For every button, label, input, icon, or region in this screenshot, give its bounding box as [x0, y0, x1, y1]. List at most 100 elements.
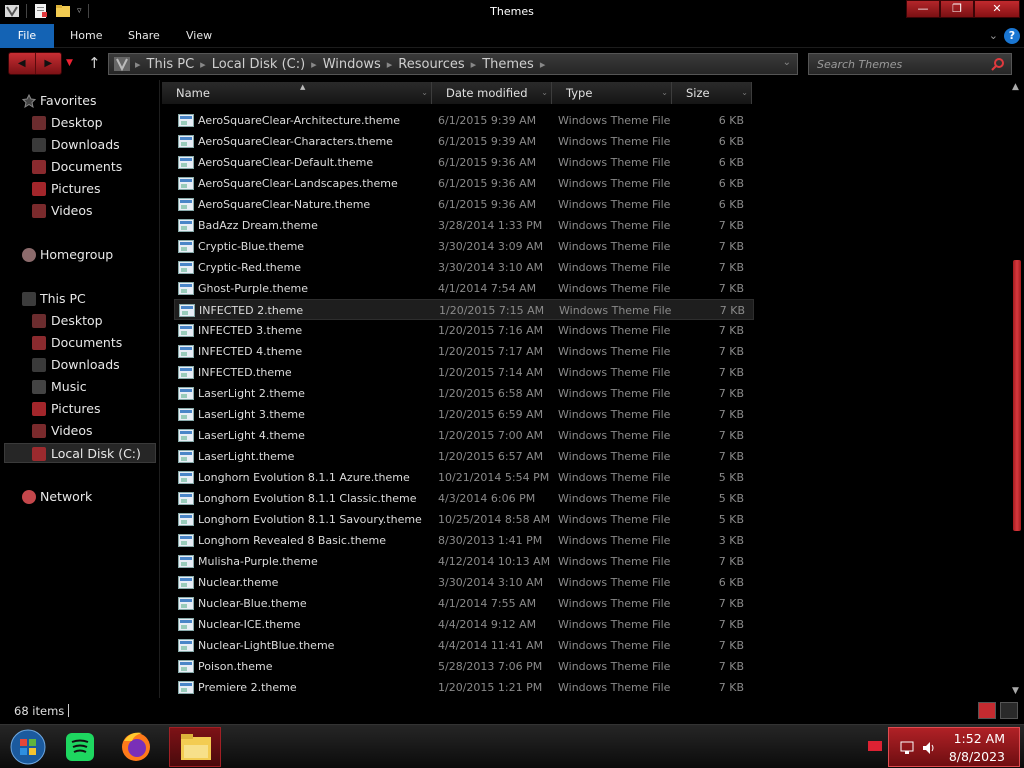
column-label: Type	[566, 86, 593, 100]
file-row[interactable]: INFECTED.theme 1/20/2015 7:14 AM Windows T…	[174, 362, 754, 383]
vertical-scrollbar[interactable]: ▲ ▼	[1010, 80, 1024, 698]
file-row[interactable]: Nuclear-ICE.theme 4/4/2014 9:12 AM Windows…	[174, 614, 754, 635]
column-name[interactable]: ▲ Name ⌄	[162, 82, 432, 104]
expand-ribbon-icon[interactable]: ⌄	[989, 29, 998, 42]
file-date: 3/28/2014 1:33 PM	[438, 219, 543, 232]
file-size: 7 KB	[719, 304, 745, 317]
address-bar[interactable]: ▸ This PC ▸ Local Disk (C:) ▸ Windows ▸ …	[108, 53, 798, 75]
tab-home[interactable]: Home	[70, 24, 102, 48]
file-list: ▲ Name ⌄ Date modified ⌄ Type ⌄ Size ⌄ A…	[162, 80, 1010, 698]
search-icon[interactable]	[991, 57, 1005, 71]
file-row[interactable]: BadAzz Dream.theme 3/28/2014 1:33 PM Windo…	[174, 215, 754, 236]
scroll-down-icon[interactable]: ▼	[1012, 686, 1019, 696]
address-history-dropdown-icon[interactable]: ⌄	[783, 57, 791, 68]
forward-button[interactable]: ▶	[34, 53, 62, 74]
up-button[interactable]: ↑	[88, 54, 101, 72]
file-row[interactable]: AeroSquareClear-Nature.theme 6/1/2015 9:3…	[174, 194, 754, 215]
file-row[interactable]: LaserLight 4.theme 1/20/2015 7:00 AM Windo…	[174, 425, 754, 446]
file-row[interactable]: Nuclear.theme 3/30/2014 3:10 AM Windows Th…	[174, 572, 754, 593]
maximize-button[interactable]: ❐	[940, 0, 974, 18]
theme-file-icon	[178, 345, 194, 358]
file-size: 7 KB	[718, 429, 744, 442]
minimize-button[interactable]: —	[906, 0, 940, 18]
tray-overflow-flag-icon[interactable]	[868, 741, 882, 751]
scroll-track[interactable]	[1013, 94, 1021, 684]
clock-time[interactable]: 1:52 AM	[954, 731, 1005, 746]
column-dropdown-icon[interactable]: ⌄	[541, 82, 548, 104]
file-row[interactable]: Ghost-Purple.theme 4/1/2014 7:54 AM Window…	[174, 278, 754, 299]
breadcrumb-separator[interactable]: ▸	[540, 58, 546, 71]
large-icons-view-button[interactable]	[1000, 702, 1018, 719]
file-row[interactable]: Cryptic-Blue.theme 3/30/2014 3:09 AM Windo…	[174, 236, 754, 257]
file-row[interactable]: Cryptic-Red.theme 3/30/2014 3:10 AM Window…	[174, 257, 754, 278]
ribbon-tabs: File Home Share View ⌄ ?	[0, 24, 1024, 48]
file-name: LaserLight.theme	[198, 450, 295, 463]
column-dropdown-icon[interactable]: ⌄	[421, 82, 428, 104]
file-row[interactable]: AeroSquareClear-Characters.theme 6/1/2015…	[174, 131, 754, 152]
file-row[interactable]: Longhorn Revealed 8 Basic.theme 8/30/2013…	[174, 530, 754, 551]
file-size: 7 KB	[718, 240, 744, 253]
file-row[interactable]: Mulisha-Purple.theme 4/12/2014 10:13 AM Wi…	[174, 551, 754, 572]
network-icon	[22, 490, 36, 504]
file-row[interactable]: AeroSquareClear-Landscapes.theme 6/1/2015…	[174, 173, 754, 194]
file-size: 7 KB	[718, 261, 744, 274]
network-tray-icon[interactable]	[899, 740, 915, 756]
file-row[interactable]: LaserLight 2.theme 1/20/2015 6:58 AM Windo…	[174, 383, 754, 404]
file-row[interactable]: LaserLight.theme 1/20/2015 6:57 AM Windows…	[174, 446, 754, 467]
file-date: 5/28/2013 7:06 PM	[438, 660, 543, 673]
close-button[interactable]: ✕	[974, 0, 1020, 18]
column-type[interactable]: Type ⌄	[552, 82, 672, 104]
file-row[interactable]: Poison.theme 5/28/2013 7:06 PM Windows The…	[174, 656, 754, 677]
breadcrumb-local-disk[interactable]: Local Disk (C:)	[206, 57, 311, 72]
file-row[interactable]: Nuclear-Blue.theme 4/1/2014 7:55 AM Window…	[174, 593, 754, 614]
file-row[interactable]: INFECTED 4.theme 1/20/2015 7:17 AM Windows…	[174, 341, 754, 362]
windows-start-icon	[10, 729, 46, 765]
help-icon[interactable]: ?	[1004, 28, 1020, 44]
tab-file[interactable]: File	[0, 24, 54, 48]
file-row[interactable]: LaserLight 3.theme 1/20/2015 6:59 AM Windo…	[174, 404, 754, 425]
breadcrumb-resources[interactable]: Resources	[392, 57, 470, 72]
file-row[interactable]: Longhorn Evolution 8.1.1 Savoury.theme 10…	[174, 509, 754, 530]
breadcrumb-this-pc[interactable]: This PC	[141, 57, 201, 72]
back-button[interactable]: ◀	[9, 53, 35, 74]
computer-icon	[114, 57, 130, 72]
nav-pc-local-disk[interactable]: Local Disk (C:)	[4, 443, 156, 463]
details-view-button[interactable]	[978, 702, 996, 719]
column-date-modified[interactable]: Date modified ⌄	[432, 82, 552, 104]
file-row[interactable]: Longhorn Evolution 8.1.1 Azure.theme 10/2…	[174, 467, 754, 488]
column-size[interactable]: Size ⌄	[672, 82, 752, 104]
file-row[interactable]: Nuclear-LightBlue.theme 4/4/2014 11:41 AM…	[174, 635, 754, 656]
search-input[interactable]	[809, 54, 989, 74]
file-size: 6 KB	[718, 198, 744, 211]
breadcrumb-themes[interactable]: Themes	[476, 57, 540, 72]
recent-locations-icon[interactable]: ▼	[66, 58, 73, 68]
column-dropdown-icon[interactable]: ⌄	[741, 82, 748, 104]
theme-file-icon	[178, 618, 194, 631]
file-size: 6 KB	[718, 177, 744, 190]
tab-view[interactable]: View	[186, 24, 212, 48]
file-row[interactable]: INFECTED 2.theme 1/20/2015 7:15 AM Windows…	[174, 299, 754, 320]
clock-date[interactable]: 8/8/2023	[949, 749, 1005, 764]
file-date: 6/1/2015 9:39 AM	[438, 114, 537, 127]
file-date: 1/20/2015 6:57 AM	[438, 450, 544, 463]
volume-icon[interactable]	[921, 740, 937, 756]
spotify-taskbar-button[interactable]	[54, 727, 106, 767]
tab-share[interactable]: Share	[128, 24, 160, 48]
scroll-thumb[interactable]	[1013, 260, 1021, 531]
file-row[interactable]: AeroSquareClear-Architecture.theme 6/1/20…	[174, 110, 754, 131]
file-row[interactable]: INFECTED 3.theme 1/20/2015 7:16 AM Windows…	[174, 320, 754, 341]
search-box[interactable]	[808, 53, 1012, 75]
file-type: Windows Theme File	[558, 366, 671, 379]
firefox-taskbar-button[interactable]	[110, 727, 162, 767]
start-button[interactable]	[2, 727, 54, 767]
file-row[interactable]: Longhorn Evolution 8.1.1 Classic.theme 4/…	[174, 488, 754, 509]
file-row[interactable]: Premiere 2.theme 1/20/2015 1:21 PM Windows…	[174, 677, 754, 698]
column-dropdown-icon[interactable]: ⌄	[661, 82, 668, 104]
file-explorer-taskbar-button[interactable]	[169, 727, 221, 767]
breadcrumb-windows[interactable]: Windows	[317, 57, 387, 72]
file-name: Nuclear-LightBlue.theme	[198, 639, 335, 652]
file-row[interactable]: AeroSquareClear-Default.theme 6/1/2015 9:…	[174, 152, 754, 173]
theme-file-icon	[178, 366, 194, 379]
file-type: Windows Theme File	[558, 408, 671, 421]
scroll-up-icon[interactable]: ▲	[1012, 82, 1019, 92]
